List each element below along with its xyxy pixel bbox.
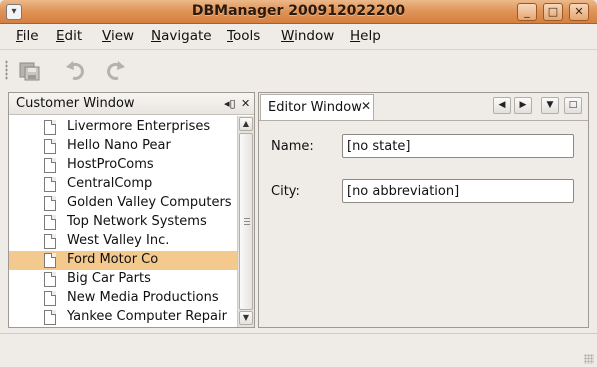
window-title: DBManager 200912022200: [191, 3, 406, 19]
undo-button[interactable]: [64, 58, 88, 82]
list-item[interactable]: HostProComs: [9, 156, 237, 175]
status-bar: [0, 333, 597, 367]
document-icon: [44, 196, 56, 211]
menu-help[interactable]: Help: [350, 28, 381, 44]
undo-icon: [66, 61, 84, 80]
redo-button[interactable]: [103, 58, 127, 82]
document-icon: [44, 234, 56, 249]
document-icon: [44, 291, 56, 306]
customer-list: Livermore Enterprises Hello Nano Pear Ho…: [9, 116, 237, 327]
document-icon: [44, 310, 56, 325]
list-item[interactable]: Big Car Parts: [9, 270, 237, 289]
show-opened-documents-button[interactable]: ▼: [541, 97, 559, 114]
tab-editor-window[interactable]: Editor Window ✕: [260, 94, 374, 120]
scroll-tabs-right-button[interactable]: ▶: [514, 97, 532, 114]
maximize-window-button[interactable]: □: [564, 97, 582, 114]
document-icon: [44, 139, 56, 154]
resize-grip-icon[interactable]: [584, 354, 594, 364]
editor-content: Name: City:: [259, 120, 588, 327]
list-item-selected[interactable]: Ford Motor Co: [9, 251, 237, 270]
document-icon: [44, 120, 56, 135]
customer-window: Customer Window ◂▯ ✕ Livermore Enterpris…: [8, 92, 255, 328]
toolbar-grip[interactable]: [5, 60, 8, 80]
document-icon: [44, 215, 56, 230]
scroll-tabs-left-button[interactable]: ◀: [493, 97, 511, 114]
minimize-button[interactable]: _: [517, 3, 537, 21]
scroll-up-button[interactable]: ▲: [239, 117, 253, 131]
tab-close-icon[interactable]: ✕: [361, 99, 371, 113]
title-bar[interactable]: ▾ DBManager 200912022200 _ □ ✕: [0, 0, 597, 24]
save-all-icon: [19, 62, 40, 81]
redo-icon: [107, 61, 125, 80]
list-item[interactable]: Yankee Computer Repair: [9, 308, 237, 327]
list-item[interactable]: Golden Valley Computers: [9, 194, 237, 213]
maximize-button[interactable]: □: [543, 3, 563, 21]
city-field[interactable]: [342, 179, 574, 203]
list-item[interactable]: West Valley Inc.: [9, 232, 237, 251]
scroll-down-button[interactable]: ▼: [239, 311, 253, 325]
customer-window-title: Customer Window: [16, 96, 135, 111]
document-icon: [44, 158, 56, 173]
name-label: Name:: [271, 139, 314, 154]
save-all-button[interactable]: [18, 58, 42, 82]
menu-tools[interactable]: Tools: [227, 28, 260, 44]
editor-window: Editor Window ✕ ◀ ▶ ▼ □ Name: City:: [258, 92, 589, 328]
list-item[interactable]: New Media Productions: [9, 289, 237, 308]
list-item[interactable]: Livermore Enterprises: [9, 118, 237, 137]
city-label: City:: [271, 184, 300, 199]
vertical-scrollbar[interactable]: ▲ ▼: [237, 116, 254, 327]
tab-label: Editor Window: [268, 100, 362, 115]
close-panel-button[interactable]: ✕: [241, 97, 250, 110]
menu-bar: File Edit View Navigate Tools Window Hel…: [0, 25, 597, 47]
menu-window[interactable]: Window: [281, 28, 334, 44]
document-icon: [44, 177, 56, 192]
toolbar: [0, 49, 597, 89]
customer-window-header: Customer Window ◂▯ ✕: [9, 93, 254, 115]
list-item[interactable]: Top Network Systems: [9, 213, 237, 232]
menu-file[interactable]: File: [16, 28, 39, 44]
menu-view[interactable]: View: [102, 28, 134, 44]
document-icon: [44, 253, 56, 268]
name-field[interactable]: [342, 134, 574, 158]
minimize-panel-button[interactable]: ◂▯: [224, 97, 236, 110]
close-button[interactable]: ✕: [569, 3, 589, 21]
menu-edit[interactable]: Edit: [56, 28, 82, 44]
menu-navigate[interactable]: Navigate: [151, 28, 212, 44]
scroll-grip-icon: [244, 218, 250, 226]
scroll-thumb[interactable]: [239, 133, 253, 310]
list-item[interactable]: CentralComp: [9, 175, 237, 194]
document-icon: [44, 272, 56, 287]
list-item[interactable]: Hello Nano Pear: [9, 137, 237, 156]
